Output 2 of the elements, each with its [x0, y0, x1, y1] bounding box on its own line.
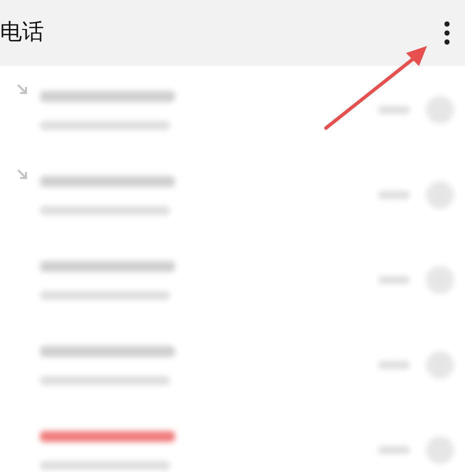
screen-title: 电话	[0, 19, 44, 47]
more-options-icon[interactable]	[443, 21, 451, 45]
